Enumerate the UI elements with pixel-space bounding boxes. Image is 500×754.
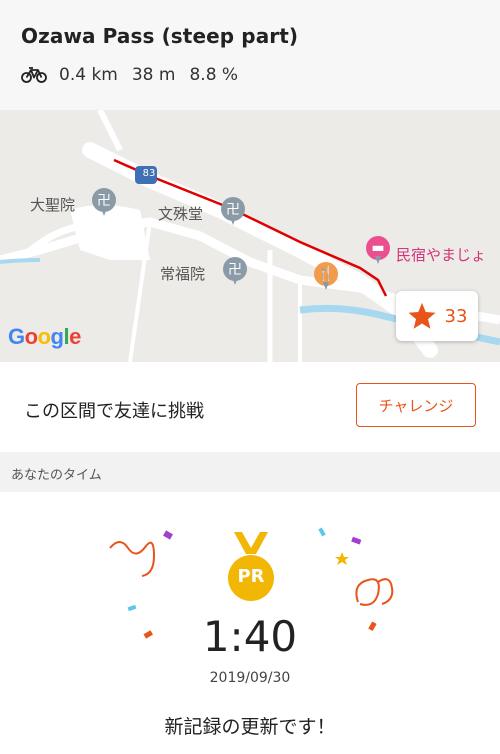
challenge-button[interactable]: チャレンジ [356,383,476,427]
google-logo: Google [8,324,81,349]
place-label-monjudo: 文殊堂 [158,205,204,223]
result-panel: PR 1:40 2019/09/30 新記録の更新です！ [0,492,500,754]
place-label-jofukuin: 常福院 [160,265,206,283]
your-time-label: あなたのタイム [11,468,102,483]
star-count: 33 [444,305,468,327]
temple-icon[interactable]: 卍 [223,257,247,285]
temple-icon[interactable]: 卍 [221,197,245,225]
segment-header: Ozawa Pass (steep part) 0.4 km 38 m 8.8 … [0,0,500,110]
star-icon [408,302,436,329]
segment-stats: 0.4 km 38 m 8.8 % [21,64,252,86]
lodging-icon[interactable]: ▬ [366,236,390,264]
bicycle-icon [21,67,47,83]
segment-title: Ozawa Pass (steep part) [21,24,299,48]
temple-icon[interactable]: 卍 [92,188,116,216]
place-label-daishoin: 大聖院 [30,196,76,214]
challenge-prompt: この区間で友達に挑戦 [24,401,204,422]
medal-text: PR [237,566,265,587]
route-number-label: 83 [142,168,156,179]
challenge-row: この区間で友達に挑戦 チャレンジ [0,362,500,453]
distance-value: 0.4 km [59,65,118,85]
star-button[interactable]: 33 [396,291,478,341]
elevation-value: 38 m [131,65,176,85]
effort-date: 2019/09/30 [209,670,291,686]
record-message: 新記録の更新です！ [164,716,336,738]
place-label-minshuku: 民宿やまじょ [396,246,487,264]
grade-value: 8.8 % [189,65,239,85]
elapsed-time: 1:40 [202,612,298,661]
your-time-section-header: あなたのタイム [0,452,500,492]
food-icon[interactable]: 🍴 [314,262,338,290]
